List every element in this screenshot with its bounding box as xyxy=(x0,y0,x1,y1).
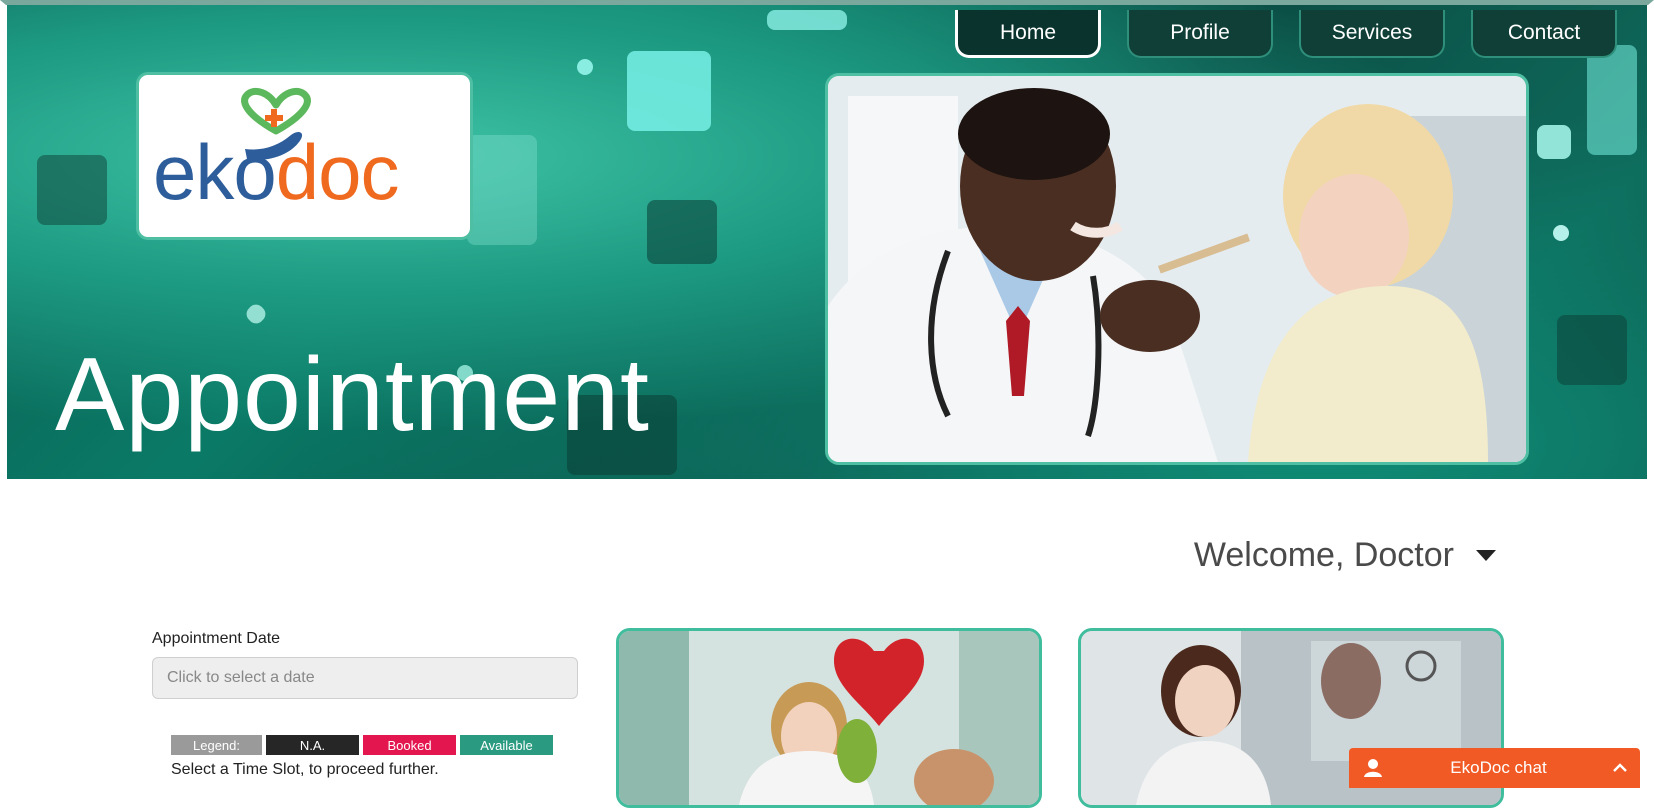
logo-wordmark: ekodoc xyxy=(153,133,400,211)
nav-home[interactable]: Home xyxy=(955,10,1101,58)
legend-booked: Booked xyxy=(363,735,456,755)
welcome-menu[interactable]: Welcome, Doctor xyxy=(1194,536,1496,575)
caret-down-icon[interactable] xyxy=(1476,550,1496,561)
legend-label: Legend: xyxy=(171,735,262,755)
appointment-date-label: Appointment Date xyxy=(152,630,281,647)
logo-e: e xyxy=(153,128,196,216)
ekodoc-logo[interactable]: ekodoc xyxy=(136,72,473,240)
decor-square xyxy=(1587,45,1637,155)
time-slot-hint: Select a Time Slot, to proceed further. xyxy=(171,761,439,778)
chat-title: EkoDoc chat xyxy=(1450,758,1547,777)
decor-square xyxy=(467,135,537,245)
decor-square xyxy=(1537,125,1571,159)
header-banner: Home Profile Services Contact ekodoc App… xyxy=(7,5,1647,479)
nurse-child-balloon-photo xyxy=(616,628,1042,808)
legend-na: N.A. xyxy=(266,735,359,755)
decor-square xyxy=(577,59,593,75)
nav-contact[interactable]: Contact xyxy=(1471,10,1617,58)
nav-services[interactable]: Services xyxy=(1299,10,1445,58)
nurse-child-illustration xyxy=(619,631,1039,805)
user-icon xyxy=(1349,758,1397,778)
doctor-with-child-photo xyxy=(825,73,1529,465)
decor-square xyxy=(1557,315,1627,385)
legend-available: Available xyxy=(460,735,553,755)
page-title: Appointment xyxy=(55,337,650,453)
logo-k: k xyxy=(195,128,234,216)
decor-square xyxy=(647,200,717,264)
nav-profile[interactable]: Profile xyxy=(1127,10,1273,58)
main-nav: Home Profile Services Contact xyxy=(955,10,1617,58)
doctor-with-child-illustration xyxy=(828,76,1526,462)
appointment-date-input[interactable] xyxy=(152,657,578,699)
decor-square xyxy=(627,51,711,131)
chat-widget[interactable]: EkoDoc chat xyxy=(1349,748,1640,788)
decor-square xyxy=(1553,225,1569,241)
logo-doc: doc xyxy=(275,128,400,216)
slot-legend: Legend: N.A. Booked Available xyxy=(171,735,553,755)
welcome-text: Welcome, Doctor xyxy=(1193,536,1454,574)
decor-square xyxy=(37,155,107,225)
decor-square xyxy=(243,301,269,327)
chevron-up-icon[interactable] xyxy=(1600,763,1640,773)
logo-o: o xyxy=(233,128,276,216)
decor-square xyxy=(767,10,847,30)
